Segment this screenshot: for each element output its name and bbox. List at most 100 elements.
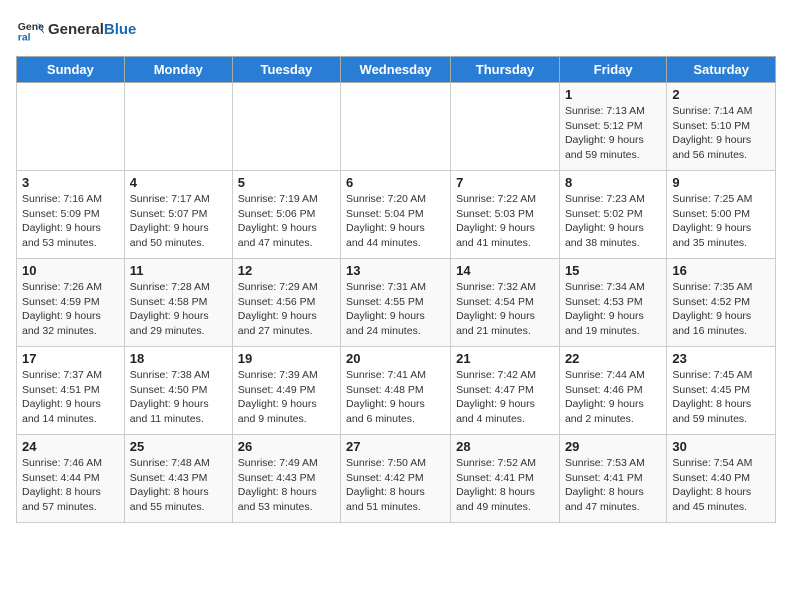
calendar-cell: 9 Sunrise: 7:25 AM Sunset: 5:00 PM Daylig… — [667, 171, 776, 259]
column-header-monday: Monday — [124, 57, 232, 83]
column-header-sunday: Sunday — [17, 57, 125, 83]
calendar-cell: 3 Sunrise: 7:16 AM Sunset: 5:09 PM Daylig… — [17, 171, 125, 259]
calendar-cell: 14 Sunrise: 7:32 AM Sunset: 4:54 PM Dayli… — [451, 259, 560, 347]
day-number: 29 — [565, 439, 661, 454]
day-info: Sunrise: 7:37 AM Sunset: 4:51 PM Dayligh… — [22, 368, 119, 427]
calendar-cell: 22 Sunrise: 7:44 AM Sunset: 4:46 PM Dayli… — [559, 347, 666, 435]
day-number: 12 — [238, 263, 335, 278]
day-number: 3 — [22, 175, 119, 190]
day-info: Sunrise: 7:16 AM Sunset: 5:09 PM Dayligh… — [22, 192, 119, 251]
calendar-cell: 7 Sunrise: 7:22 AM Sunset: 5:03 PM Daylig… — [451, 171, 560, 259]
calendar-cell: 6Sunrise: 7:20 AM Sunset: 5:04 PM Daylig… — [341, 171, 451, 259]
week-row-3: 10 Sunrise: 7:26 AM Sunset: 4:59 PM Dayli… — [17, 259, 776, 347]
day-info: Sunrise: 7:53 AM Sunset: 4:41 PM Dayligh… — [565, 456, 661, 515]
calendar-cell: 24Sunrise: 7:46 AM Sunset: 4:44 PM Dayli… — [17, 435, 125, 523]
day-number: 11 — [130, 263, 227, 278]
column-header-wednesday: Wednesday — [341, 57, 451, 83]
week-row-2: 3 Sunrise: 7:16 AM Sunset: 5:09 PM Daylig… — [17, 171, 776, 259]
logo: Gene ral GeneralBlue — [16, 16, 136, 44]
day-info: Sunrise: 7:44 AM Sunset: 4:46 PM Dayligh… — [565, 368, 661, 427]
column-header-saturday: Saturday — [667, 57, 776, 83]
day-number: 26 — [238, 439, 335, 454]
calendar-cell: 20 Sunrise: 7:41 AM Sunset: 4:48 PM Dayli… — [341, 347, 451, 435]
day-info: Sunrise: 7:35 AM Sunset: 4:52 PM Dayligh… — [672, 280, 770, 339]
calendar-cell: 2 Sunrise: 7:14 AM Sunset: 5:10 PM Daylig… — [667, 83, 776, 171]
day-number: 5 — [238, 175, 335, 190]
day-number: 9 — [672, 175, 770, 190]
calendar-cell: 8Sunrise: 7:23 AM Sunset: 5:02 PM Daylig… — [559, 171, 666, 259]
calendar-cell — [451, 83, 560, 171]
calendar-cell — [232, 83, 340, 171]
calendar-table: SundayMondayTuesdayWednesdayThursdayFrid… — [16, 56, 776, 523]
calendar-cell — [341, 83, 451, 171]
day-info: Sunrise: 7:26 AM Sunset: 4:59 PM Dayligh… — [22, 280, 119, 339]
column-header-friday: Friday — [559, 57, 666, 83]
day-info: Sunrise: 7:50 AM Sunset: 4:42 PM Dayligh… — [346, 456, 445, 515]
day-info: Sunrise: 7:23 AM Sunset: 5:02 PM Dayligh… — [565, 192, 661, 251]
calendar-cell: 4Sunrise: 7:17 AM Sunset: 5:07 PM Daylig… — [124, 171, 232, 259]
calendar-cell — [124, 83, 232, 171]
day-info: Sunrise: 7:31 AM Sunset: 4:55 PM Dayligh… — [346, 280, 445, 339]
day-info: Sunrise: 7:46 AM Sunset: 4:44 PM Dayligh… — [22, 456, 119, 515]
calendar-cell: 28 Sunrise: 7:52 AM Sunset: 4:41 PM Dayli… — [451, 435, 560, 523]
logo-text: GeneralBlue — [48, 21, 136, 39]
day-number: 20 — [346, 351, 445, 366]
day-number: 13 — [346, 263, 445, 278]
day-number: 18 — [130, 351, 227, 366]
page-header: Gene ral GeneralBlue — [16, 16, 776, 44]
day-info: Sunrise: 7:42 AM Sunset: 4:47 PM Dayligh… — [456, 368, 554, 427]
column-header-tuesday: Tuesday — [232, 57, 340, 83]
calendar-cell: 12 Sunrise: 7:29 AM Sunset: 4:56 PM Dayli… — [232, 259, 340, 347]
day-info: Sunrise: 7:34 AM Sunset: 4:53 PM Dayligh… — [565, 280, 661, 339]
day-info: Sunrise: 7:19 AM Sunset: 5:06 PM Dayligh… — [238, 192, 335, 251]
day-number: 4 — [130, 175, 227, 190]
day-number: 22 — [565, 351, 661, 366]
day-info: Sunrise: 7:38 AM Sunset: 4:50 PM Dayligh… — [130, 368, 227, 427]
calendar-cell: 11 Sunrise: 7:28 AM Sunset: 4:58 PM Dayli… — [124, 259, 232, 347]
calendar-cell: 23Sunrise: 7:45 AM Sunset: 4:45 PM Dayli… — [667, 347, 776, 435]
calendar-cell: 15Sunrise: 7:34 AM Sunset: 4:53 PM Dayli… — [559, 259, 666, 347]
day-info: Sunrise: 7:39 AM Sunset: 4:49 PM Dayligh… — [238, 368, 335, 427]
day-info: Sunrise: 7:32 AM Sunset: 4:54 PM Dayligh… — [456, 280, 554, 339]
calendar-cell: 10 Sunrise: 7:26 AM Sunset: 4:59 PM Dayli… — [17, 259, 125, 347]
day-number: 28 — [456, 439, 554, 454]
week-row-4: 17 Sunrise: 7:37 AM Sunset: 4:51 PM Dayli… — [17, 347, 776, 435]
day-info: Sunrise: 7:54 AM Sunset: 4:40 PM Dayligh… — [672, 456, 770, 515]
day-info: Sunrise: 7:28 AM Sunset: 4:58 PM Dayligh… — [130, 280, 227, 339]
day-number: 25 — [130, 439, 227, 454]
day-info: Sunrise: 7:49 AM Sunset: 4:43 PM Dayligh… — [238, 456, 335, 515]
day-number: 14 — [456, 263, 554, 278]
day-info: Sunrise: 7:29 AM Sunset: 4:56 PM Dayligh… — [238, 280, 335, 339]
logo-icon: Gene ral — [16, 16, 44, 44]
day-number: 17 — [22, 351, 119, 366]
header-row: SundayMondayTuesdayWednesdayThursdayFrid… — [17, 57, 776, 83]
svg-text:ral: ral — [18, 32, 31, 44]
day-number: 2 — [672, 87, 770, 102]
day-number: 10 — [22, 263, 119, 278]
day-number: 21 — [456, 351, 554, 366]
calendar-cell: 19 Sunrise: 7:39 AM Sunset: 4:49 PM Dayli… — [232, 347, 340, 435]
calendar-cell: 1Sunrise: 7:13 AM Sunset: 5:12 PM Daylig… — [559, 83, 666, 171]
day-info: Sunrise: 7:14 AM Sunset: 5:10 PM Dayligh… — [672, 104, 770, 163]
week-row-1: 1Sunrise: 7:13 AM Sunset: 5:12 PM Daylig… — [17, 83, 776, 171]
day-number: 23 — [672, 351, 770, 366]
calendar-cell: 21 Sunrise: 7:42 AM Sunset: 4:47 PM Dayli… — [451, 347, 560, 435]
day-info: Sunrise: 7:41 AM Sunset: 4:48 PM Dayligh… — [346, 368, 445, 427]
day-info: Sunrise: 7:22 AM Sunset: 5:03 PM Dayligh… — [456, 192, 554, 251]
column-header-thursday: Thursday — [451, 57, 560, 83]
calendar-cell: 17 Sunrise: 7:37 AM Sunset: 4:51 PM Dayli… — [17, 347, 125, 435]
day-number: 19 — [238, 351, 335, 366]
calendar-cell — [17, 83, 125, 171]
day-info: Sunrise: 7:25 AM Sunset: 5:00 PM Dayligh… — [672, 192, 770, 251]
week-row-5: 24Sunrise: 7:46 AM Sunset: 4:44 PM Dayli… — [17, 435, 776, 523]
calendar-cell: 29 Sunrise: 7:53 AM Sunset: 4:41 PM Dayli… — [559, 435, 666, 523]
calendar-cell: 5 Sunrise: 7:19 AM Sunset: 5:06 PM Daylig… — [232, 171, 340, 259]
day-info: Sunrise: 7:52 AM Sunset: 4:41 PM Dayligh… — [456, 456, 554, 515]
day-info: Sunrise: 7:48 AM Sunset: 4:43 PM Dayligh… — [130, 456, 227, 515]
calendar-cell: 13 Sunrise: 7:31 AM Sunset: 4:55 PM Dayli… — [341, 259, 451, 347]
calendar-cell: 30 Sunrise: 7:54 AM Sunset: 4:40 PM Dayli… — [667, 435, 776, 523]
calendar-cell: 26 Sunrise: 7:49 AM Sunset: 4:43 PM Dayli… — [232, 435, 340, 523]
day-number: 7 — [456, 175, 554, 190]
day-number: 30 — [672, 439, 770, 454]
calendar-cell: 25 Sunrise: 7:48 AM Sunset: 4:43 PM Dayli… — [124, 435, 232, 523]
